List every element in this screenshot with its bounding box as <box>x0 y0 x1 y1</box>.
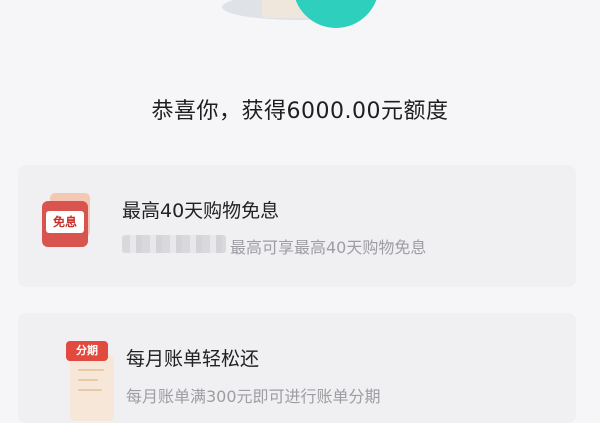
benefit-title: 每月账单轻松还 <box>126 348 260 370</box>
mianxi-icon: 免息 <box>42 193 90 247</box>
mianxi-badge: 免息 <box>46 211 84 233</box>
fenqi-badge: 分期 <box>66 341 108 361</box>
congrats-heading: 恭喜你，获得6000.00元额度 <box>151 99 449 124</box>
blurred-text <box>122 235 226 253</box>
hero-circle-icon <box>293 0 379 28</box>
fenqi-icon: 分期 <box>66 341 114 423</box>
benefit-description: 最高可享最高40天购物免息 <box>230 238 427 257</box>
benefit-card-installment[interactable]: 分期 每月账单轻松还 每月账单满300元即可进行账单分期 <box>18 313 576 423</box>
benefit-card-interest-free[interactable]: 免息 最高40天购物免息 最高可享最高40天购物免息 <box>18 165 576 287</box>
benefit-description: 每月账单满300元即可进行账单分期 <box>126 387 381 406</box>
benefit-title: 最高40天购物免息 <box>122 200 280 222</box>
hero-illustration <box>0 0 600 80</box>
